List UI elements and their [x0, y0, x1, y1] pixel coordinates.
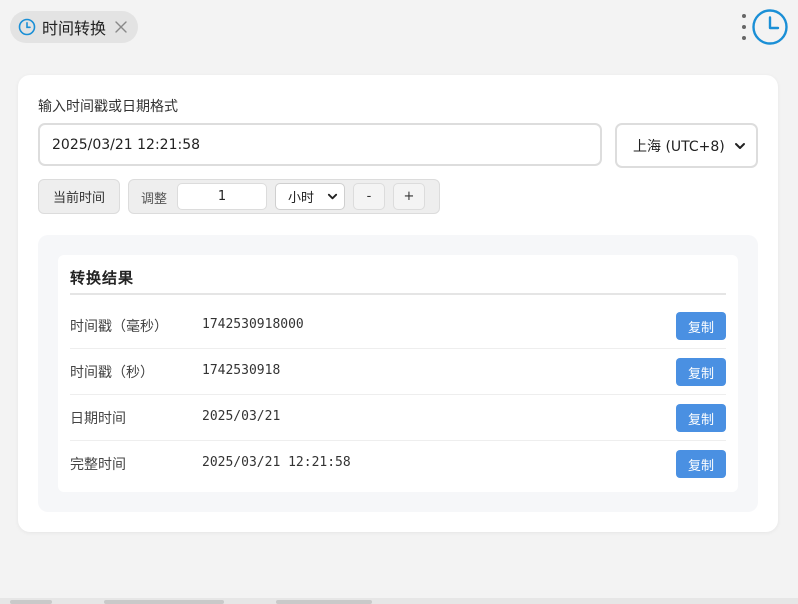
- row-label: 时间戳（秒）: [70, 365, 154, 381]
- row-label: 时间戳（毫秒）: [70, 319, 168, 335]
- input-label: 输入时间戳或日期格式: [38, 99, 178, 115]
- results-panel: 转换结果 时间戳（毫秒） 1742530918000 复制 时间戳（秒） 174…: [38, 235, 758, 512]
- copy-button[interactable]: 复制: [676, 450, 726, 478]
- row-value: 2025/03/21: [202, 409, 281, 424]
- copy-button[interactable]: 复制: [676, 312, 726, 340]
- app-clock-icon[interactable]: [751, 8, 789, 46]
- results-title: 转换结果: [70, 269, 135, 287]
- clock-icon: [18, 18, 36, 36]
- more-vertical-icon[interactable]: [739, 14, 749, 40]
- title-divider: [70, 293, 726, 295]
- adjust-group: 调整 小时 - +: [128, 179, 440, 214]
- copy-button[interactable]: 复制: [676, 358, 726, 386]
- chevron-down-icon: [327, 191, 338, 202]
- timezone-selected-label: 上海 (UTC+8): [633, 138, 725, 155]
- adjust-amount-input[interactable]: [177, 183, 267, 210]
- tab-title: 时间转换: [42, 19, 107, 38]
- increment-button[interactable]: +: [393, 183, 425, 210]
- row-label: 完整时间: [70, 457, 126, 473]
- close-icon[interactable]: [114, 20, 128, 34]
- row-label: 日期时间: [70, 411, 126, 427]
- converter-card: 输入时间戳或日期格式 上海 (UTC+8) 当前时间 调整 小时 - + 转换结…: [18, 75, 778, 532]
- result-row-date: 日期时间 2025/03/21 复制: [70, 395, 726, 441]
- datetime-input[interactable]: [38, 123, 602, 166]
- decrement-button[interactable]: -: [353, 183, 385, 210]
- current-time-button[interactable]: 当前时间: [38, 179, 120, 214]
- result-row-ms: 时间戳（毫秒） 1742530918000 复制: [70, 303, 726, 349]
- row-value: 2025/03/21 12:21:58: [202, 455, 351, 470]
- row-value: 1742530918000: [202, 317, 304, 332]
- copy-button[interactable]: 复制: [676, 404, 726, 432]
- result-row-sec: 时间戳（秒） 1742530918 复制: [70, 349, 726, 395]
- row-value: 1742530918: [202, 363, 281, 378]
- timezone-select[interactable]: 上海 (UTC+8): [615, 123, 758, 168]
- adjust-label: 调整: [141, 192, 168, 207]
- result-row-full: 完整时间 2025/03/21 12:21:58 复制: [70, 441, 726, 487]
- adjust-unit-select[interactable]: 小时: [275, 183, 345, 210]
- bottom-edge: [0, 598, 798, 604]
- tool-tab[interactable]: 时间转换: [10, 11, 139, 43]
- adjust-unit-label: 小时: [288, 191, 315, 206]
- chevron-down-icon: [734, 140, 746, 152]
- results-card: 转换结果 时间戳（毫秒） 1742530918000 复制 时间戳（秒） 174…: [58, 255, 738, 492]
